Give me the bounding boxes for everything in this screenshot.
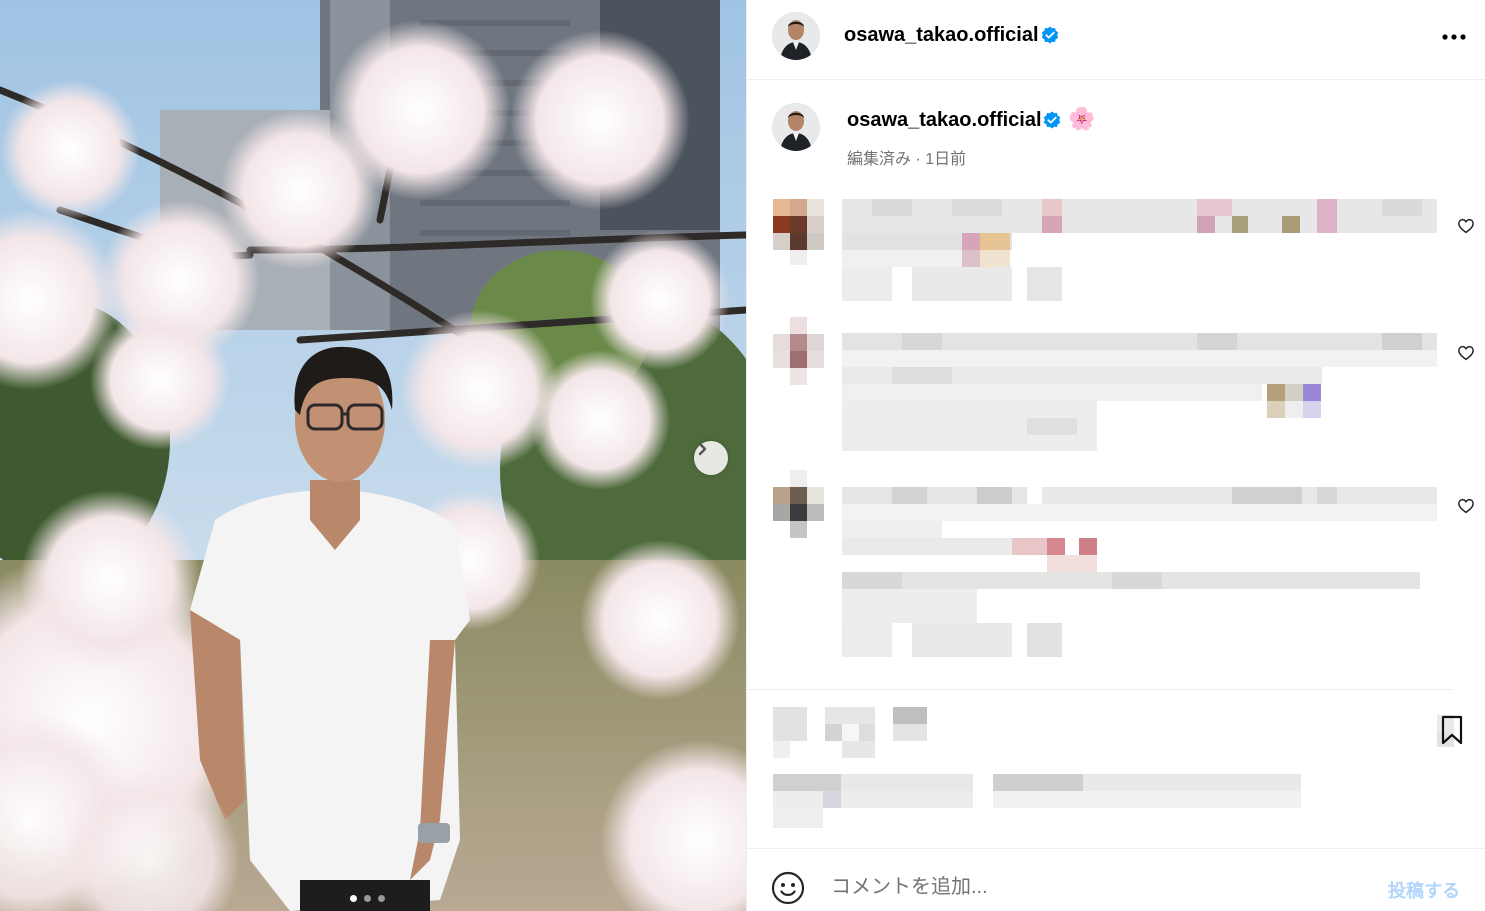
post-photo[interactable] — [0, 0, 746, 911]
bookmark-icon — [1437, 715, 1463, 747]
more-options-icon[interactable] — [1441, 26, 1467, 42]
chevron-right-icon — [698, 442, 707, 456]
carousel-dot — [378, 895, 385, 902]
post-comment-button[interactable]: 投稿する — [1388, 877, 1460, 903]
cherry-blossom-photo — [0, 0, 746, 911]
heart-icon[interactable] — [1457, 217, 1475, 235]
comment-text-blurred — [842, 487, 1442, 662]
action-icons-blurred[interactable] — [773, 707, 933, 764]
timestamp[interactable]: 1日前 — [925, 151, 966, 168]
comment-avatar[interactable] — [773, 470, 825, 543]
caption-username[interactable]: osawa_takao.official — [847, 109, 1042, 132]
heart-icon[interactable] — [1457, 497, 1475, 515]
comment-text-blurred — [842, 199, 1442, 306]
verified-badge-icon — [1041, 26, 1059, 44]
avatar-image — [772, 12, 820, 60]
bookmark-button[interactable] — [1437, 715, 1465, 747]
carousel-indicator — [350, 895, 385, 902]
carousel-dot — [350, 895, 357, 902]
comment-text-blurred — [842, 333, 1442, 458]
caption-text: 🌸 — [1068, 106, 1096, 131]
heart-icon[interactable] — [1457, 344, 1475, 362]
avatar-image — [772, 103, 820, 151]
post-details-panel: osawa_takao.official osawa_takao.officia… — [746, 0, 1485, 911]
next-photo-button[interactable] — [694, 441, 728, 475]
comment-avatar[interactable] — [773, 199, 825, 270]
edited-label: 編集済み — [847, 151, 912, 168]
username[interactable]: osawa_takao.official — [844, 24, 1039, 47]
verified-badge-icon — [1043, 111, 1061, 129]
comment-input[interactable] — [831, 876, 1351, 899]
comment-avatar[interactable] — [773, 317, 825, 390]
likes-count-blurred[interactable] — [773, 774, 1303, 833]
caption-avatar[interactable] — [772, 103, 820, 151]
meta-separator: · — [915, 151, 921, 168]
carousel-dot — [364, 895, 371, 902]
emoji-icon[interactable] — [771, 871, 805, 905]
caption-meta: 編集済み · 1日前 — [847, 145, 966, 169]
avatar[interactable] — [772, 12, 820, 60]
actions-divider — [747, 689, 1453, 690]
post-header: osawa_takao.official — [747, 0, 1485, 80]
add-comment-bar: 投稿する — [747, 849, 1485, 911]
